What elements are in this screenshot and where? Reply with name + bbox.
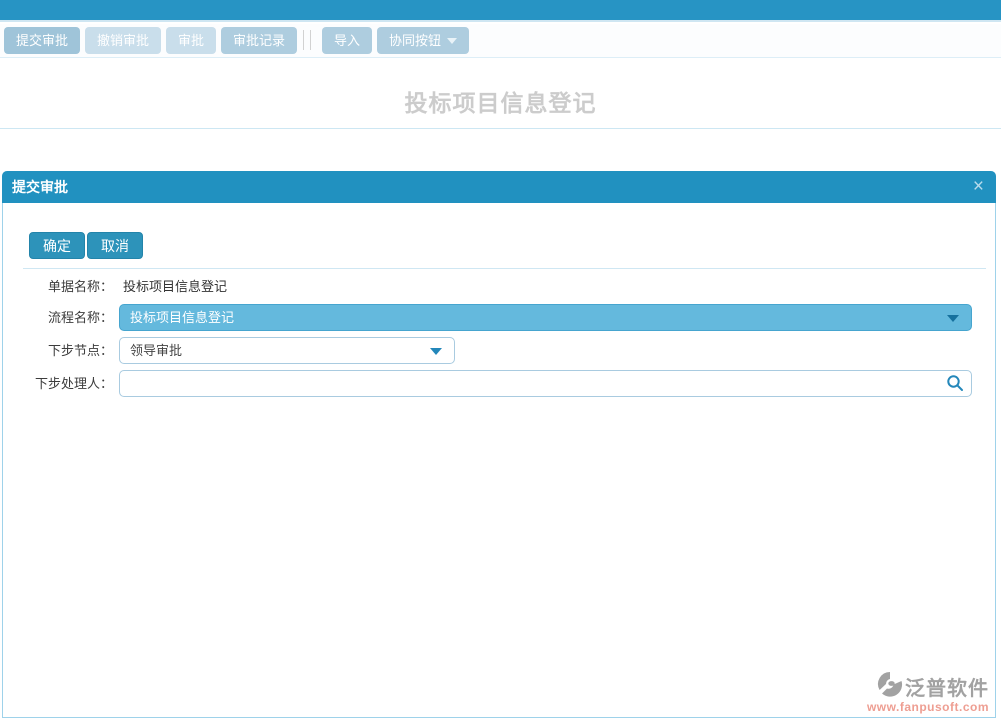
search-icon[interactable] [945,374,965,394]
doc-name-row: 单据名称： 投标项目信息登记 [3,273,995,300]
next-node-label: 下步节点： [47,343,113,358]
dialog-header[interactable]: 提交审批 × [2,171,996,203]
cancel-button[interactable]: 取消 [87,232,143,259]
next-handler-label: 下步处理人： [34,376,113,391]
dropdown-arrow-icon [947,315,959,322]
next-node-row: 下步节点： 领导审批 [3,337,995,364]
next-node-selected-value: 领导审批 [130,343,183,358]
chevron-down-icon [447,37,458,44]
import-button[interactable]: 导入 [322,27,373,54]
dropdown-arrow-icon [430,348,442,355]
approval-record-button[interactable]: 审批记录 [221,27,298,54]
collaboration-dropdown-button[interactable]: 协同按钮 [377,27,470,54]
submit-approval-dialog: 提交审批 × 确定 取消 单据名称： 投标项目信息登记 流程名称： 投标项目信息… [2,171,996,718]
ok-button[interactable]: 确定 [29,232,85,259]
toolbar-separator [303,30,304,50]
flow-name-selected-value: 投标项目信息登记 [130,310,235,325]
approve-button[interactable]: 审批 [166,27,217,54]
next-handler-row: 下步处理人： [3,370,995,397]
fanpu-logo-icon [877,671,903,702]
top-header-bar [0,0,1001,22]
toolbar: 提交审批 撤销审批 审批 审批记录 导入 协同按钮 [0,24,1001,58]
collaboration-dropdown-label: 协同按钮 [389,33,442,48]
flow-name-label: 流程名称： [47,310,113,325]
flow-name-row: 流程名称： 投标项目信息登记 [3,304,995,331]
next-handler-input[interactable] [120,371,940,396]
cancel-approval-button[interactable]: 撤销审批 [85,27,162,54]
vendor-brand-name: 泛普软件 [905,678,989,700]
next-node-select[interactable]: 领导审批 [119,337,455,364]
next-handler-field [119,370,972,397]
doc-name-value: 投标项目信息登记 [123,279,228,294]
vendor-url: www.fanpusoft.com [866,700,989,714]
page-title: 投标项目信息登记 [404,90,597,116]
doc-name-label: 单据名称： [47,279,113,294]
vendor-watermark: 泛普软件 www.fanpusoft.com [853,671,989,715]
flow-name-select[interactable]: 投标项目信息登记 [119,304,972,331]
dialog-body: 确定 取消 单据名称： 投标项目信息登记 流程名称： 投标项目信息登记 下步节点… [3,203,995,718]
submit-approval-button[interactable]: 提交审批 [4,27,81,54]
toolbar-separator [310,30,311,50]
close-icon[interactable]: × [973,171,984,203]
page-divider [0,128,1001,129]
button-divider [23,268,986,269]
dialog-title: 提交审批 [12,179,68,195]
